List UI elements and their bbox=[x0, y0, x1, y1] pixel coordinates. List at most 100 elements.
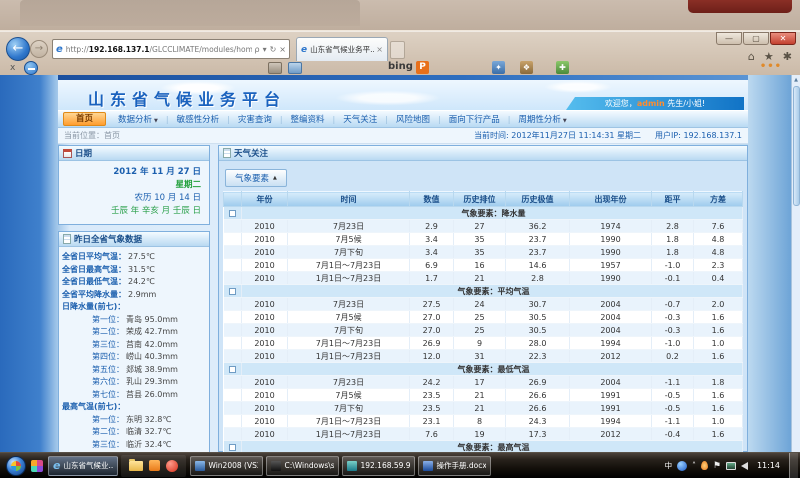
table-row[interactable]: 20107月23日2.92736.219742.87.6 bbox=[224, 220, 743, 233]
network-icon[interactable] bbox=[726, 462, 736, 470]
tab-close-icon[interactable]: × bbox=[376, 45, 383, 54]
card-icon[interactable] bbox=[268, 62, 282, 74]
nav-item-5[interactable]: 整编资料 bbox=[283, 113, 333, 125]
bing-search-icon[interactable]: P bbox=[416, 61, 429, 74]
table-row[interactable]: 20101月1日～7月23日7.61917.32012-0.41.6 bbox=[224, 428, 743, 441]
taskbar-button-4[interactable]: 操作手册.docx ... bbox=[418, 456, 491, 476]
row-checkbox-cell bbox=[224, 324, 242, 337]
nav-item-1[interactable]: 首页 bbox=[63, 112, 106, 126]
browser-tab[interactable]: e 山东省气候业务平... × bbox=[296, 37, 388, 61]
window-minimize-button[interactable]: — bbox=[716, 32, 742, 45]
bing-logo[interactable]: bing bbox=[388, 61, 413, 72]
flame-icon[interactable] bbox=[701, 461, 708, 470]
group-title: 气象要素：平均气温 bbox=[242, 285, 743, 298]
table-cell: 4.8 bbox=[694, 246, 743, 259]
explorer-folder-icon[interactable] bbox=[129, 461, 143, 471]
table-cell: 19 bbox=[454, 428, 506, 441]
table-cell: 2004 bbox=[570, 324, 652, 337]
nav-item-6[interactable]: 天气关注 bbox=[335, 113, 385, 125]
vertical-scrollbar[interactable]: ▲ bbox=[791, 75, 800, 452]
settings-gear-icon[interactable]: ✱ bbox=[783, 50, 792, 63]
checkbox[interactable] bbox=[229, 444, 236, 451]
addon-close-icon[interactable]: x bbox=[10, 63, 15, 73]
nav-item-4[interactable]: 灾害查询 bbox=[230, 113, 280, 125]
table-cell: 7月5候 bbox=[288, 311, 410, 324]
table-row[interactable]: 20107月1日～7月23日23.1824.31994-1.11.0 bbox=[224, 415, 743, 428]
taskbar-button-2[interactable]: C:\Windows\s... bbox=[266, 456, 339, 476]
media-player-icon[interactable] bbox=[166, 460, 178, 472]
volume-icon[interactable] bbox=[741, 462, 748, 470]
forward-button[interactable]: → bbox=[30, 40, 48, 58]
table-cell: 2012 bbox=[570, 428, 652, 441]
table-header-checkbox-col bbox=[224, 192, 242, 207]
start-button[interactable] bbox=[6, 456, 26, 476]
search-icon[interactable]: ρ bbox=[255, 45, 260, 54]
pinned-orange-app-icon[interactable] bbox=[149, 460, 160, 471]
table-row[interactable]: 20101月1日～7月23日12.03122.320120.21.6 bbox=[224, 350, 743, 363]
table-group-row[interactable]: 气象要素：最低气温 bbox=[224, 363, 743, 376]
back-button[interactable]: ← bbox=[6, 37, 30, 61]
table-cell: 16 bbox=[454, 259, 506, 272]
scroll-up-arrow[interactable]: ▲ bbox=[792, 75, 800, 85]
toolbar-overflow-icon[interactable]: ••• bbox=[760, 61, 782, 72]
url-text[interactable]: http://192.168.137.1/GLCCLIMATE/modules/… bbox=[66, 45, 252, 54]
table-row[interactable]: 20107月5候3.43523.719901.84.8 bbox=[224, 233, 743, 246]
show-desktop-button[interactable] bbox=[789, 453, 798, 479]
nav-item-3[interactable]: 敏感性分析 bbox=[169, 113, 228, 125]
action-center-flag-icon[interactable]: ⚑ bbox=[713, 461, 721, 471]
nav-item-8[interactable]: 面向下行产品 bbox=[441, 113, 508, 125]
tray-blue-icon[interactable] bbox=[677, 461, 687, 471]
input-language-indicator[interactable]: 中 bbox=[665, 460, 673, 471]
row-checkbox-cell bbox=[224, 220, 242, 233]
toolbar-icon-2[interactable]: ❖ bbox=[520, 61, 533, 74]
send-mail-icon[interactable] bbox=[288, 62, 302, 74]
url-dropdown-icon[interactable]: ▾ bbox=[263, 45, 267, 54]
table-row[interactable]: 20107月下旬23.52126.61991-0.51.6 bbox=[224, 402, 743, 415]
table-cell: 35 bbox=[454, 246, 506, 259]
page-viewport: 山东省气候业务平台 欢迎您，admin 先生/小姐! 首页数据分析▼|敏感性分析… bbox=[0, 75, 800, 452]
table-row[interactable]: 20107月1日～7月23日6.91614.61957-1.02.3 bbox=[224, 259, 743, 272]
window-close-button[interactable]: ✕ bbox=[770, 32, 796, 45]
table-row[interactable]: 20107月23日27.52430.72004-0.72.0 bbox=[224, 298, 743, 311]
table-cell: 2.8 bbox=[652, 220, 694, 233]
toolbar-icon-3[interactable]: ✚ bbox=[556, 61, 569, 74]
window-maximize-button[interactable]: ▢ bbox=[743, 32, 769, 45]
table-cell: 7月1日～7月23日 bbox=[288, 259, 410, 272]
address-bar[interactable]: e http://192.168.137.1/GLCCLIMATE/module… bbox=[52, 39, 290, 59]
table-row[interactable]: 20107月1日～7月23日26.9928.01994-1.01.0 bbox=[224, 337, 743, 350]
nav-item-2[interactable]: 数据分析▼ bbox=[110, 113, 166, 125]
blocked-addon-icon[interactable] bbox=[24, 61, 38, 75]
toolbar-icon-1[interactable]: ✦ bbox=[492, 61, 505, 74]
taskbar-active-window[interactable]: e 山东省气候业... bbox=[48, 456, 118, 476]
taskbar-clock[interactable]: 11:14 bbox=[757, 461, 780, 470]
rank-item: 第二位：临清 32.7℃ bbox=[62, 426, 206, 439]
tray-expand-icon[interactable]: ˄ bbox=[692, 461, 696, 470]
table-row[interactable]: 20107月下旬27.02530.52004-0.31.6 bbox=[224, 324, 743, 337]
table-row[interactable]: 20107月23日24.21726.92004-1.11.8 bbox=[224, 376, 743, 389]
element-filter-button[interactable]: 气象要素▲ bbox=[225, 169, 287, 187]
stat-label: 全省平均降水量： bbox=[62, 289, 126, 302]
nav-item-9[interactable]: 周期性分析▼ bbox=[510, 113, 574, 125]
refresh-icon[interactable]: ↻ bbox=[270, 45, 277, 54]
nav-item-7[interactable]: 风险地图 bbox=[388, 113, 438, 125]
table-row[interactable]: 20107月5候23.52126.61991-0.51.6 bbox=[224, 389, 743, 402]
new-tab-button[interactable] bbox=[390, 41, 405, 59]
table-group-row[interactable]: 气象要素：降水量 bbox=[224, 207, 743, 220]
checkbox[interactable] bbox=[229, 366, 236, 373]
checkbox[interactable] bbox=[229, 210, 236, 217]
stat-line: 全省日平均气温：27.5℃ bbox=[62, 251, 206, 264]
pinned-app-icon[interactable] bbox=[31, 460, 43, 472]
stop-icon[interactable]: × bbox=[279, 45, 286, 54]
home-icon[interactable]: ⌂ bbox=[748, 50, 755, 63]
dropdown-arrow-icon: ▼ bbox=[563, 118, 567, 124]
scrollbar-thumb[interactable] bbox=[793, 86, 800, 206]
taskbar-button-3[interactable]: 192.168.59.99... bbox=[342, 456, 415, 476]
checkbox[interactable] bbox=[229, 288, 236, 295]
table-row[interactable]: 20101月1日～7月23日1.7212.81990-0.10.4 bbox=[224, 272, 743, 285]
table-group-row[interactable]: 气象要素：平均气温 bbox=[224, 285, 743, 298]
taskbar-button-1[interactable]: Win2008 (VS2... bbox=[190, 456, 263, 476]
row-checkbox-cell bbox=[224, 272, 242, 285]
table-row[interactable]: 20107月下旬3.43523.719901.84.8 bbox=[224, 246, 743, 259]
table-row[interactable]: 20107月5候27.02530.52004-0.31.6 bbox=[224, 311, 743, 324]
table-group-row[interactable]: 气象要素：最高气温 bbox=[224, 441, 743, 453]
